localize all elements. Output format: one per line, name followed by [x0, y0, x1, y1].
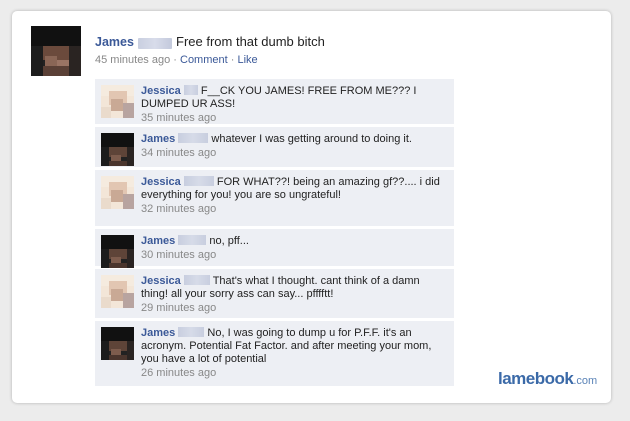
commenter-avatar[interactable] [101, 133, 134, 166]
comment-timestamp: 35 minutes ago [141, 112, 217, 124]
comment-timestamp: 34 minutes ago [141, 147, 217, 159]
comment-body: Jessica FOR WHAT??! being an amazing gf?… [141, 176, 447, 216]
comment-body: James No, I was going to dump u for P.F.… [141, 327, 447, 380]
redacted-surname [183, 275, 210, 285]
comment-item: James No, I was going to dump u for P.F.… [95, 321, 454, 386]
redacted-surname [178, 327, 205, 337]
comment-link[interactable]: Comment [180, 54, 228, 66]
commenter-avatar[interactable] [101, 275, 134, 308]
post-timestamp: 45 minutes ago [95, 54, 171, 66]
redacted-surname [138, 38, 172, 49]
commenter-name[interactable]: James [141, 327, 175, 339]
commenter-avatar[interactable] [101, 176, 134, 209]
post-card: James Free from that dumb bitch 45 minut… [12, 11, 611, 403]
commenter-name[interactable]: Jessica [141, 176, 181, 188]
redacted-surname [183, 176, 214, 186]
redacted-surname [178, 133, 209, 143]
comment-item: Jessica That's what I thought. cant thin… [95, 269, 454, 318]
comment-item: James no, pff... 30 minutes ago [95, 229, 454, 268]
post-meta: 45 minutes ago · Comment · Like [95, 54, 258, 66]
comment-timestamp: 32 minutes ago [141, 203, 217, 215]
comment-body: Jessica F__CK YOU JAMES! FREE FROM ME???… [141, 85, 447, 125]
post-author-name[interactable]: James [95, 35, 134, 49]
like-link[interactable]: Like [237, 54, 257, 66]
author-avatar[interactable] [31, 26, 81, 76]
comment-body: James no, pff... 30 minutes ago [141, 235, 447, 262]
comment-item: Jessica F__CK YOU JAMES! FREE FROM ME???… [95, 79, 454, 124]
comment-item: Jessica FOR WHAT??! being an amazing gf?… [95, 170, 454, 226]
comment-text: no, pff... [209, 235, 249, 247]
comment-timestamp: 29 minutes ago [141, 302, 217, 314]
comment-text: whatever I was getting around to doing i… [211, 133, 412, 145]
comment-body: Jessica That's what I thought. cant thin… [141, 275, 447, 315]
commenter-name[interactable]: James [141, 133, 175, 145]
lamebook-watermark: lamebook.com [498, 369, 598, 388]
post-status-text: Free from that dumb bitch [176, 34, 325, 49]
comment-item: James whatever I was getting around to d… [95, 127, 454, 167]
commenter-avatar[interactable] [101, 85, 134, 118]
commenter-name[interactable]: Jessica [141, 275, 181, 287]
comment-timestamp: 30 minutes ago [141, 249, 217, 261]
comment-body: James whatever I was getting around to d… [141, 133, 447, 160]
comment-timestamp: 26 minutes ago [141, 367, 217, 379]
commenter-avatar[interactable] [101, 235, 134, 268]
redacted-surname [183, 85, 198, 95]
commenter-name[interactable]: Jessica [141, 85, 181, 97]
commenter-name[interactable]: James [141, 235, 175, 247]
commenter-avatar[interactable] [101, 327, 134, 360]
comment-text: That's what I thought. cant think of a d… [141, 275, 420, 300]
comment-text: F__CK YOU JAMES! FREE FROM ME??? I DUMPE… [141, 85, 417, 110]
redacted-surname [178, 235, 207, 245]
